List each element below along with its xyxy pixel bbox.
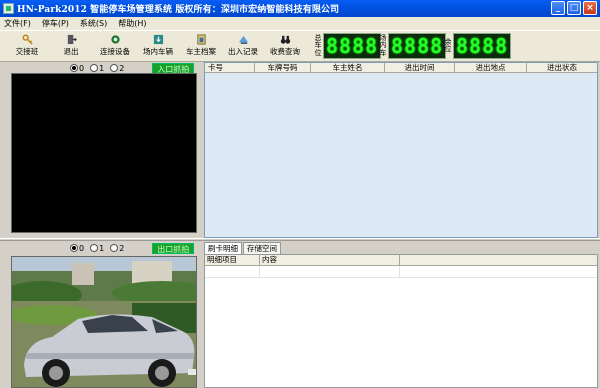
remaining-spaces-counter: 余位 8888 xyxy=(444,33,512,59)
detail-tabs: 刷卡明细 存储空间 xyxy=(204,242,282,254)
menu-help[interactable]: 帮助(H) xyxy=(118,18,146,29)
entry-capture-badge[interactable]: 入口抓拍 xyxy=(152,62,195,74)
car-snapshot-image xyxy=(12,257,196,387)
swipe-details-table[interactable]: 明细项目 内容 xyxy=(204,254,598,388)
details-empty-row xyxy=(205,266,597,278)
connect-device-icon xyxy=(110,35,120,44)
col-access-location[interactable]: 进出地点 xyxy=(455,63,527,72)
col-detail-content[interactable]: 内容 xyxy=(260,255,400,265)
exit-camera-view xyxy=(11,256,197,388)
details-table-header: 明细项目 内容 xyxy=(205,255,597,266)
total-spaces-display: 8888 xyxy=(323,33,382,59)
records-table-header: 卡号 车牌号码 车主姓名 进出时间 进出地点 进出状态 xyxy=(205,63,597,73)
entry-camera-radio-2[interactable] xyxy=(110,64,119,72)
app-icon xyxy=(3,3,14,14)
col-access-status[interactable]: 进出状态 xyxy=(527,63,597,72)
access-records-table[interactable]: 卡号 车牌号码 车主姓名 进出时间 进出地点 进出状态 xyxy=(204,62,598,238)
exit-camera-header: 0 1 2 出口抓拍 xyxy=(70,242,195,254)
toolbar: 交接班 退出 连接设备 场内车辆 车主档案 出入记录 收费查询 总车位 8888… xyxy=(0,30,600,62)
maximize-button[interactable]: □ xyxy=(567,1,581,15)
menu-parking[interactable]: 停车(P) xyxy=(42,18,69,29)
horizontal-splitter[interactable] xyxy=(0,238,600,241)
title-bar[interactable]: HN-Park2012 智能停车场管理系统 版权所有：深圳市宏纳智能科技有限公司… xyxy=(0,0,600,17)
col-card-number[interactable]: 卡号 xyxy=(205,63,255,72)
total-spaces-counter: 总车位 8888 xyxy=(314,33,382,59)
shift-handover-button[interactable]: 交接班 xyxy=(10,33,44,60)
exit-door-icon xyxy=(67,34,77,45)
entry-camera-radio-1[interactable] xyxy=(90,64,99,72)
col-access-time[interactable]: 进出时间 xyxy=(385,63,455,72)
record-icon xyxy=(238,35,248,44)
exit-camera-radio-2[interactable] xyxy=(110,244,119,252)
cars-inside-counter: 场内车 8888 xyxy=(379,33,447,59)
exit-button[interactable]: 退出 xyxy=(58,33,84,60)
col-plate-number[interactable]: 车牌号码 xyxy=(255,63,311,72)
connect-device-button[interactable]: 连接设备 xyxy=(97,33,133,60)
remaining-spaces-display: 8888 xyxy=(453,33,512,59)
col-owner-name[interactable]: 车主姓名 xyxy=(311,63,385,72)
exit-camera-radio-0[interactable] xyxy=(70,244,78,252)
owner-file-icon xyxy=(196,34,206,45)
menu-system[interactable]: 系统(S) xyxy=(80,18,107,29)
owner-records-button[interactable]: 车主档案 xyxy=(183,33,219,60)
exit-camera-radio-1[interactable] xyxy=(90,244,99,252)
minimize-button[interactable]: _ xyxy=(551,1,565,15)
col-detail-item[interactable]: 明细项目 xyxy=(205,255,260,265)
menu-bar: 文件(F) 停车(P) 系统(S) 帮助(H) xyxy=(0,17,600,30)
car-list-icon xyxy=(153,34,163,45)
cars-inside-caption: 场内车 xyxy=(379,33,387,57)
binoculars-icon xyxy=(280,35,290,44)
exit-capture-badge[interactable]: 出口抓拍 xyxy=(152,242,195,254)
menu-file[interactable]: 文件(F) xyxy=(4,18,31,29)
fee-query-button[interactable]: 收费查询 xyxy=(267,33,303,60)
key-icon xyxy=(22,34,33,45)
entry-camera-view xyxy=(11,73,197,233)
tab-swipe-details[interactable]: 刷卡明细 xyxy=(204,242,242,254)
window-title: HN-Park2012 智能停车场管理系统 版权所有：深圳市宏纳智能科技有限公司 xyxy=(17,5,340,15)
vehicles-in-lot-button[interactable]: 场内车辆 xyxy=(140,33,176,60)
entry-camera-radio-0[interactable] xyxy=(70,64,78,72)
total-spaces-caption: 总车位 xyxy=(314,33,322,57)
cars-inside-display: 8888 xyxy=(388,33,447,59)
tab-storage-space[interactable]: 存储空间 xyxy=(243,242,281,254)
access-records-button[interactable]: 出入记录 xyxy=(226,33,260,60)
remaining-spaces-caption: 余位 xyxy=(444,37,452,53)
close-button[interactable]: × xyxy=(583,1,597,15)
